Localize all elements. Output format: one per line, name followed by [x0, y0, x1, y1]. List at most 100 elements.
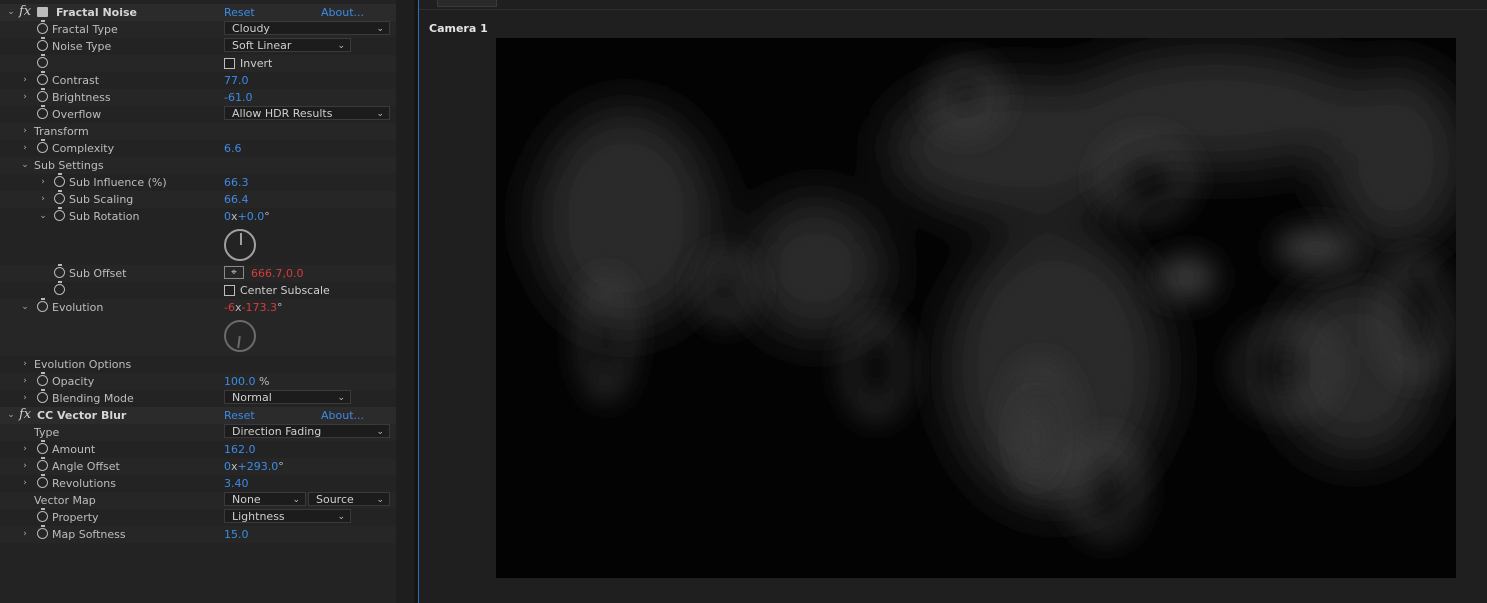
center-subscale-checkbox[interactable] — [224, 285, 235, 296]
chevron-right-icon[interactable]: › — [20, 529, 30, 539]
dropdown-value: Direction Fading — [232, 425, 322, 438]
chevron-down-icon[interactable]: ⌄ — [38, 211, 48, 221]
angle-offset-value[interactable]: 0x+293.0° — [224, 459, 284, 474]
chevron-right-icon[interactable]: › — [20, 478, 30, 488]
stopwatch-icon[interactable] — [37, 105, 48, 119]
stopwatch-icon[interactable] — [37, 88, 48, 102]
revolutions-value[interactable]: 0 — [224, 460, 231, 473]
chevron-right-icon[interactable]: › — [20, 126, 30, 136]
overflow-dropdown[interactable]: Allow HDR Results ⌄ — [224, 106, 390, 120]
chevron-right-icon[interactable]: › — [20, 75, 30, 85]
vector-map-layer-dropdown[interactable]: None ⌄ — [224, 492, 306, 506]
degrees-value[interactable]: -173.3 — [241, 301, 276, 314]
chevron-right-icon[interactable]: › — [20, 359, 30, 369]
sub-offset-value[interactable]: 666.7,0.0 — [251, 266, 303, 281]
chevron-right-icon[interactable]: › — [20, 444, 30, 454]
about-link[interactable]: About... — [321, 408, 364, 423]
chevron-right-icon[interactable]: › — [20, 376, 30, 386]
revolutions-value[interactable]: 3.40 — [224, 476, 249, 491]
fx-icon[interactable]: fx — [19, 407, 31, 422]
brightness-value[interactable]: -61.0 — [224, 90, 252, 105]
chevron-right-icon[interactable]: › — [20, 461, 30, 471]
prop-brightness: › Brightness -61.0 — [0, 88, 396, 106]
stopwatch-icon[interactable] — [37, 474, 48, 488]
opacity-value[interactable]: 100.0 % — [224, 374, 269, 389]
prop-overflow: Overflow Allow HDR Results ⌄ — [0, 105, 396, 123]
chevron-down-icon[interactable]: ⌄ — [20, 160, 30, 170]
reset-link[interactable]: Reset — [224, 5, 255, 20]
composition-viewer[interactable]: Camera 1 — [419, 0, 1487, 603]
map-softness-value[interactable]: 15.0 — [224, 527, 249, 542]
blending-mode-dropdown[interactable]: Normal ⌄ — [224, 390, 351, 404]
stopwatch-icon[interactable] — [37, 54, 48, 68]
opacity-number[interactable]: 100.0 — [224, 375, 256, 388]
chevron-down-icon[interactable]: ⌄ — [6, 410, 16, 420]
prop-fractal-type: Fractal Type Cloudy ⌄ — [0, 20, 396, 38]
stopwatch-icon[interactable] — [54, 264, 65, 278]
stopwatch-icon[interactable] — [54, 281, 65, 295]
stopwatch-icon[interactable] — [37, 139, 48, 153]
vector-map-source-dropdown[interactable]: Source ⌄ — [308, 492, 390, 506]
dial-hand — [240, 233, 242, 245]
prop-group-evolution-options[interactable]: › Evolution Options — [0, 356, 396, 373]
prop-label: Revolutions — [52, 477, 116, 490]
invert-checkbox[interactable] — [224, 58, 235, 69]
stopwatch-icon[interactable] — [37, 37, 48, 51]
stopwatch-icon[interactable] — [37, 298, 48, 312]
degrees-value[interactable]: +293.0 — [238, 460, 279, 473]
composition-frame[interactable] — [496, 38, 1456, 578]
revolutions-value[interactable]: 0 — [224, 210, 231, 223]
active-camera-label: Camera 1 — [429, 22, 488, 35]
reset-link[interactable]: Reset — [224, 408, 255, 423]
crosshair-icon[interactable]: ⌖ — [224, 266, 244, 279]
chevron-right-icon[interactable]: › — [20, 393, 30, 403]
stopwatch-icon[interactable] — [37, 389, 48, 403]
evolution-value[interactable]: -6x-173.3° — [224, 300, 282, 315]
prop-group-transform[interactable]: › Transform — [0, 123, 396, 140]
stopwatch-icon[interactable] — [37, 508, 48, 522]
degrees-value[interactable]: +0.0 — [238, 210, 265, 223]
chevron-right-icon[interactable]: › — [20, 143, 30, 153]
prop-group-sub-settings[interactable]: ⌄ Sub Settings — [0, 157, 396, 174]
chevron-down-icon[interactable]: ⌄ — [20, 302, 30, 312]
noise-type-dropdown[interactable]: Soft Linear ⌄ — [224, 38, 351, 52]
complexity-value[interactable]: 6.6 — [224, 141, 242, 156]
stopwatch-icon[interactable] — [37, 525, 48, 539]
stopwatch-icon[interactable] — [37, 71, 48, 85]
chevron-down-icon[interactable]: ⌄ — [6, 7, 16, 17]
amount-value[interactable]: 162.0 — [224, 442, 256, 457]
about-link[interactable]: About... — [321, 5, 364, 20]
revolutions-value[interactable]: -6 — [224, 301, 235, 314]
property-dropdown[interactable]: Lightness ⌄ — [224, 509, 351, 523]
chevron-right-icon[interactable]: › — [38, 177, 48, 187]
stopwatch-icon[interactable] — [54, 190, 65, 204]
contrast-value[interactable]: 77.0 — [224, 73, 249, 88]
effect-header-fractal-noise[interactable]: ⌄ fx Fractal Noise Reset About... — [0, 4, 396, 21]
sub-rotation-value[interactable]: 0x+0.0° — [224, 209, 270, 224]
degree-sign: ° — [276, 301, 283, 314]
prop-label: Fractal Type — [52, 23, 118, 36]
stopwatch-icon[interactable] — [37, 372, 48, 386]
chevron-right-icon[interactable]: › — [38, 194, 48, 204]
stopwatch-icon[interactable] — [54, 207, 65, 221]
stopwatch-icon[interactable] — [37, 457, 48, 471]
prop-label: Vector Map — [34, 494, 96, 507]
sub-influence-value[interactable]: 66.3 — [224, 175, 249, 190]
viewer-tab[interactable] — [437, 0, 497, 7]
stopwatch-icon[interactable] — [54, 173, 65, 187]
prop-complexity: › Complexity 6.6 — [0, 139, 396, 157]
chevron-down-icon: ⌄ — [376, 109, 384, 119]
fx-icon[interactable]: fx — [19, 4, 31, 19]
angle-dial[interactable] — [224, 229, 256, 261]
effect-header-cc-vector-blur[interactable]: ⌄ fx CC Vector Blur Reset About... — [0, 407, 396, 424]
type-dropdown[interactable]: Direction Fading ⌄ — [224, 424, 390, 438]
fractal-type-dropdown[interactable]: Cloudy ⌄ — [224, 21, 390, 35]
angle-dial[interactable] — [224, 320, 256, 352]
stopwatch-icon[interactable] — [37, 20, 48, 34]
stopwatch-icon[interactable] — [37, 440, 48, 454]
degree-sign: ° — [278, 460, 284, 473]
panel-scrollbar[interactable] — [396, 0, 414, 603]
prop-amount: › Amount 162.0 — [0, 440, 396, 458]
sub-scaling-value[interactable]: 66.4 — [224, 192, 249, 207]
chevron-right-icon[interactable]: › — [20, 92, 30, 102]
